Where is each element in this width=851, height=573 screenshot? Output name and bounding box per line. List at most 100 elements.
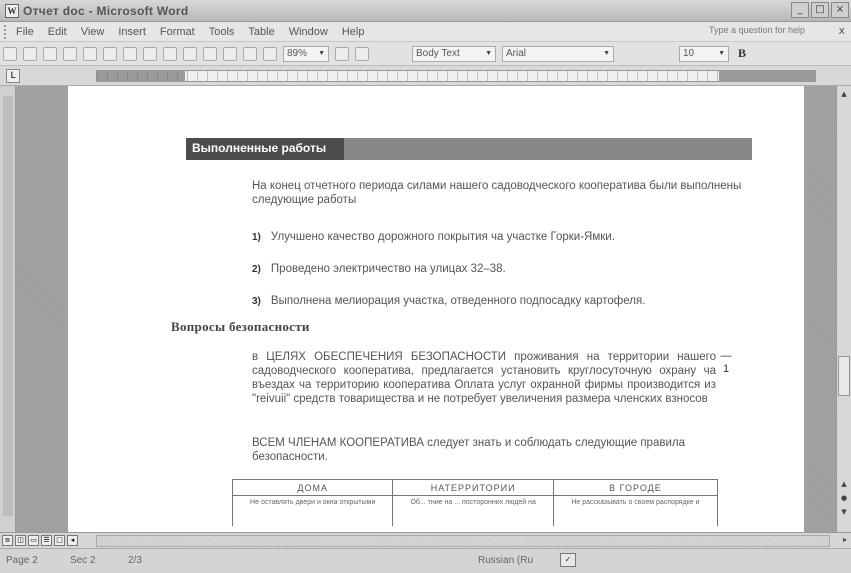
table-cell: Об... тние на ... посторонних людей на <box>392 495 554 526</box>
spelling-status-icon[interactable]: ✓ <box>560 553 576 567</box>
read-mode-icon[interactable] <box>335 46 349 61</box>
show-hide-icon[interactable] <box>263 46 277 61</box>
paste-icon[interactable] <box>183 46 197 61</box>
close-document-button[interactable]: x <box>838 24 845 37</box>
menu-edit[interactable]: Edit <box>48 26 67 38</box>
print-layout-icon[interactable]: ▭ <box>28 535 39 546</box>
zoom-value: 89% <box>287 48 308 59</box>
list-item: 1) Улучшено качество дорожного покрытия ч… <box>252 230 752 245</box>
list-item: 3) Выполнена мелиорация участка, отведенн… <box>252 294 752 309</box>
list-number: 3) <box>252 296 261 307</box>
status-page: Page 2 <box>6 555 38 566</box>
maximize-icon[interactable]: □ <box>811 2 829 18</box>
scroll-left-icon[interactable]: ◂ <box>67 535 78 546</box>
ruler-row: L <box>0 66 851 86</box>
word-doc-icon[interactable]: W <box>5 3 19 18</box>
scroll-thumb[interactable] <box>838 356 850 396</box>
horizontal-ruler[interactable] <box>96 70 816 82</box>
list-text: Улучшено качество дорожного покрытия ча … <box>270 231 615 243</box>
document-page[interactable]: Выполненные работы На конец отчетного пе… <box>68 86 804 532</box>
chevron-down-icon: ▼ <box>318 50 325 57</box>
copy-icon[interactable] <box>163 46 177 61</box>
horizontal-scrollbar[interactable] <box>96 535 830 547</box>
chevron-down-icon: ▼ <box>603 50 610 57</box>
style-select[interactable]: Body Text ▼ <box>412 45 496 62</box>
minimize-icon[interactable]: _ <box>791 2 809 18</box>
section-heading-security: Вопросы безопасности <box>171 319 310 334</box>
toolbar-grip[interactable] <box>4 24 10 39</box>
list-text: Выполнена мелиорация участка, отведенног… <box>270 295 646 307</box>
previous-page-icon[interactable]: ▲ <box>838 478 850 490</box>
spelling-icon[interactable] <box>123 46 137 61</box>
menu-window[interactable]: Window <box>289 26 328 38</box>
table-icon[interactable] <box>243 46 257 61</box>
chevron-down-icon: ▼ <box>485 50 492 57</box>
status-bar: Page 2 Sec 2 2/3 Russian (Ru ✓ <box>0 548 851 573</box>
safety-rules-table: ДОМА НАТЕРРИТОРИИ В ГОРОДЕ Не оставлять … <box>231 479 719 526</box>
cut-icon[interactable] <box>143 46 157 61</box>
menu-format[interactable]: Format <box>160 26 195 38</box>
next-page-icon[interactable]: ▼ <box>838 506 850 518</box>
redo-icon[interactable] <box>223 46 237 61</box>
title-bar: W Отчет doc - Microsoft Word _ □ × <box>0 0 851 22</box>
vertical-ruler-track <box>3 96 13 516</box>
table-cell: Не рассказывать о своем распорядке и <box>552 495 719 526</box>
outline-view-icon[interactable]: ☰ <box>41 535 52 546</box>
vertical-ruler <box>0 86 16 532</box>
help-search-input[interactable]: Type a question for help <box>709 25 829 39</box>
scroll-right-icon[interactable]: ▸ <box>843 535 847 544</box>
reading-layout-icon[interactable]: □ <box>54 535 65 546</box>
menu-file[interactable]: File <box>16 26 34 38</box>
ruler-right-margin <box>719 71 815 81</box>
status-page-count: 2/3 <box>128 555 142 566</box>
menu-insert[interactable]: Insert <box>118 26 146 38</box>
undo-icon[interactable] <box>203 46 217 61</box>
ruler-ticks <box>97 71 815 81</box>
vertical-scrollbar[interactable]: ▲ ▲ ● ▼ <box>836 86 851 532</box>
print-icon[interactable] <box>83 46 97 61</box>
list-number: 1) <box>252 232 261 243</box>
menu-table[interactable]: Table <box>248 26 274 38</box>
window-title: Отчет doc - Microsoft Word <box>23 3 189 18</box>
scroll-up-icon[interactable]: ▲ <box>838 88 850 100</box>
web-layout-icon[interactable]: ◫ <box>15 535 26 546</box>
table-header: НАТЕРРИТОРИИ <box>392 479 554 496</box>
horizontal-scroll-row: ≡ ◫ ▭ ☰ □ ◂ ▸ <box>0 532 851 548</box>
intro-paragraph: На конец отчетного периода силами нашего… <box>252 180 742 206</box>
styles-pane-icon[interactable] <box>355 46 369 61</box>
normal-view-icon[interactable]: ≡ <box>2 535 13 546</box>
open-folder-icon[interactable] <box>23 46 37 61</box>
table-header: В ГОРОДЕ <box>552 479 719 496</box>
save-icon[interactable] <box>43 46 57 61</box>
tab-selector-icon[interactable]: L <box>6 69 20 83</box>
table-cell: Не оставлять двери и окна открытыми <box>231 495 394 526</box>
standard-toolbar: 89% ▼ Body Text ▼ Arial ▼ 10 ▼ B <box>0 42 851 66</box>
zoom-select[interactable]: 89% ▼ <box>283 45 329 62</box>
status-section: Sec 2 <box>70 555 96 566</box>
menu-help[interactable]: Help <box>342 26 365 38</box>
window-controls: _ □ × <box>791 2 849 18</box>
chevron-down-icon: ▼ <box>718 50 725 57</box>
list-text: Проведено электричество на улицах 32–38. <box>270 263 506 275</box>
table-header: ДОМА <box>231 479 394 496</box>
rules-paragraph: ВСЕМ ЧЛЕНАМ КООПЕРАТИВА следует знать и … <box>252 437 685 463</box>
list-item: 2) Проведено электричество на улицах 32–3… <box>252 262 752 277</box>
browse-object-icon[interactable]: ● <box>838 492 850 504</box>
close-icon[interactable]: × <box>831 2 849 18</box>
section-heading: Выполненные работы <box>192 141 327 155</box>
security-paragraph: в ЦЕЛЯХ ОБЕСПЕЧЕНИЯ БЕЗОПАСНОСТИ прожива… <box>252 351 716 405</box>
status-language: Russian (Ru <box>478 555 534 566</box>
bold-button[interactable]: B <box>738 46 746 61</box>
list-number: 2) <box>252 264 261 275</box>
print-preview-icon[interactable] <box>103 46 117 61</box>
permission-icon[interactable] <box>63 46 77 61</box>
font-select[interactable]: Arial ▼ <box>502 45 614 62</box>
menu-tools[interactable]: Tools <box>209 26 235 38</box>
new-document-icon[interactable] <box>3 46 17 61</box>
style-value: Body Text <box>416 48 460 59</box>
menu-bar: File Edit View Insert Format Tools Table… <box>0 22 851 42</box>
font-size-select[interactable]: 10 ▼ <box>679 45 729 62</box>
font-value: Arial <box>506 48 527 59</box>
menu-view[interactable]: View <box>81 26 105 38</box>
margin-note: — 1 <box>720 350 732 375</box>
